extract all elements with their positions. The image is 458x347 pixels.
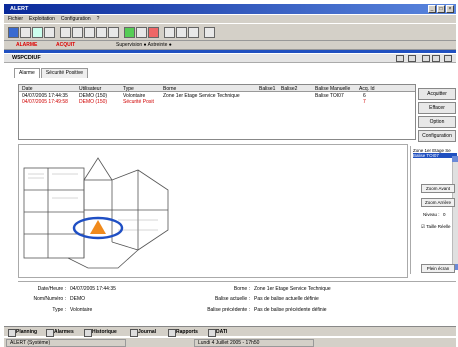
- row-acq: 7: [363, 99, 366, 105]
- menu-bar: Fichier Exploitation Configuration ?: [4, 15, 456, 23]
- tracking-label: Taille Réelle: [426, 224, 451, 229]
- tab-rapports[interactable]: Rapports: [168, 328, 198, 337]
- badge-icon[interactable]: [136, 27, 147, 38]
- site-name: W5PCDIUF: [12, 55, 41, 61]
- name-label: Nom/Numéro :: [33, 296, 66, 302]
- site-bar: W5PCDIUF: [4, 54, 456, 63]
- borne-label: Borne :: [233, 286, 250, 292]
- phone-icon[interactable]: [124, 27, 135, 38]
- maximize-button[interactable]: □: [437, 5, 445, 13]
- row-date: 04/07/2005 17:49:58: [22, 99, 68, 105]
- menu-exploitation[interactable]: Exploitation: [29, 15, 55, 23]
- stop-icon[interactable]: [148, 27, 159, 38]
- borne-value: Zone 1er Etage Service Technique: [254, 286, 331, 292]
- calendar-icon[interactable]: [60, 27, 71, 38]
- name-value: DEMO: [70, 296, 85, 302]
- grid-icon[interactable]: [20, 27, 31, 38]
- col-date[interactable]: Date: [22, 86, 33, 92]
- menu-help[interactable]: ?: [97, 15, 100, 23]
- supervision-status: Supervision ● Astreinte ●: [116, 42, 172, 48]
- option-button[interactable]: Option: [418, 116, 456, 128]
- menu-fichier[interactable]: Fichier: [8, 15, 23, 23]
- forward-arrow-icon[interactable]: [432, 55, 440, 62]
- col-user[interactable]: Utilisateur: [79, 86, 101, 92]
- date-label: Date/Heure :: [37, 286, 66, 292]
- scrollbar[interactable]: [452, 156, 458, 270]
- row-borne: Zone 1er Etage Service Technique: [163, 93, 240, 99]
- floor-plan-map[interactable]: [18, 150, 176, 274]
- alarm-location-icon: [90, 220, 106, 234]
- effacer-button[interactable]: Effacer: [418, 102, 456, 114]
- title-bar: ALERT _ □ ×: [4, 4, 456, 14]
- alarm-indicator[interactable]: ALARME: [16, 42, 37, 48]
- minimize-button[interactable]: _: [428, 5, 436, 13]
- toolbar: [4, 24, 456, 41]
- alarm-table: Date Utilisateur Type Borne Balise1 Bali…: [18, 84, 416, 140]
- balise-value: Pas de balise actuelle définie: [254, 296, 319, 302]
- acquitter-button[interactable]: Acquitter: [418, 88, 456, 100]
- type-label: Type :: [52, 307, 66, 313]
- col-acq-id[interactable]: Acq. Id: [359, 86, 375, 92]
- balise-label: Balise actuelle :: [214, 296, 250, 302]
- prev-balise-value: Pas de balise précédente définie: [254, 307, 327, 313]
- export-icon[interactable]: [188, 27, 199, 38]
- menu-configuration[interactable]: Configuration: [61, 15, 91, 23]
- configuration-button[interactable]: Configuration: [418, 130, 456, 142]
- print-icon[interactable]: [164, 27, 175, 38]
- tab-alarmes[interactable]: Alarmes: [46, 328, 74, 337]
- tab-securite-positive[interactable]: Sécurité Positive: [40, 68, 89, 78]
- divider: [4, 50, 456, 53]
- close-panel-icon[interactable]: [444, 55, 452, 62]
- tab-journal[interactable]: Journal: [130, 328, 156, 337]
- back-arrow-icon[interactable]: [422, 55, 430, 62]
- zone-list-panel: Zone 1er Etage Se Balise TOI07 Zoom Avan…: [410, 146, 458, 274]
- status-toolbar: ALARME ACQUIT Supervision ● Astreinte ●: [4, 41, 456, 50]
- layout-icon[interactable]: [396, 55, 404, 62]
- level-label: Niveau :: [423, 212, 440, 217]
- alarm-details: Date/Heure : 04/07/2005 17:44:35 Nom/Num…: [18, 281, 456, 321]
- window-title: ALERT: [10, 6, 29, 12]
- tab-planning[interactable]: Planning: [8, 328, 37, 337]
- close-button[interactable]: ×: [446, 5, 454, 13]
- list-item[interactable]: Balise TOI07: [413, 153, 457, 158]
- fullscreen-button[interactable]: Plein écran: [421, 264, 455, 273]
- map-icon[interactable]: [84, 27, 95, 38]
- col-type[interactable]: Type: [123, 86, 134, 92]
- row-type: Sécurité Posit: [123, 99, 154, 105]
- tab-historique[interactable]: Historique: [84, 328, 117, 337]
- help-icon[interactable]: [204, 27, 215, 38]
- row-manuelle: Balise TOI07: [315, 93, 344, 99]
- report-icon[interactable]: [96, 27, 107, 38]
- tracking-checkbox[interactable]: ☑ Taille Réelle: [421, 224, 450, 230]
- window-icon[interactable]: [108, 27, 119, 38]
- list-icon[interactable]: [44, 27, 55, 38]
- status-user: ALERT (Système): [6, 339, 126, 347]
- print-preview-icon[interactable]: [176, 27, 187, 38]
- col-borne[interactable]: Borne: [163, 86, 176, 92]
- status-datetime: Lundi 4 Juillet 2005 - 17h50: [194, 339, 314, 347]
- prev-balise-label: Balise précédente :: [207, 307, 250, 313]
- type-value: Volontaire: [70, 307, 93, 313]
- tab-dati[interactable]: DATI: [208, 328, 227, 337]
- module-tabs: Planning Alarmes Historique Journal Rapp…: [4, 326, 456, 337]
- row-user: DEMO (150): [79, 99, 108, 105]
- status-bar: ALERT (Système) Lundi 4 Juillet 2005 - 1…: [4, 337, 456, 347]
- col-balise-manuelle[interactable]: Balise Manuelle: [315, 86, 350, 92]
- alarm-tabs: Alarme Sécurité Positive: [14, 68, 89, 78]
- scroll-up-icon[interactable]: [452, 156, 458, 162]
- acquit-indicator[interactable]: ACQUIT: [56, 42, 75, 48]
- chart-icon[interactable]: [32, 27, 43, 38]
- tab-alarme[interactable]: Alarme: [14, 68, 40, 78]
- zoom-out-button[interactable]: Zoom Arrière: [421, 198, 455, 207]
- users-icon[interactable]: [8, 27, 19, 38]
- col-balise2[interactable]: Balise2: [281, 86, 297, 92]
- level-value: 0: [443, 212, 446, 217]
- alarm-icon[interactable]: [72, 27, 83, 38]
- date-value: 04/07/2005 17:44:35: [70, 286, 116, 292]
- table-header: Date Utilisateur Type Borne Balise1 Bali…: [19, 85, 415, 92]
- zoom-in-button[interactable]: Zoom Avant: [421, 184, 455, 193]
- tile-icon[interactable]: [408, 55, 416, 62]
- col-balise1[interactable]: Balise1: [259, 86, 275, 92]
